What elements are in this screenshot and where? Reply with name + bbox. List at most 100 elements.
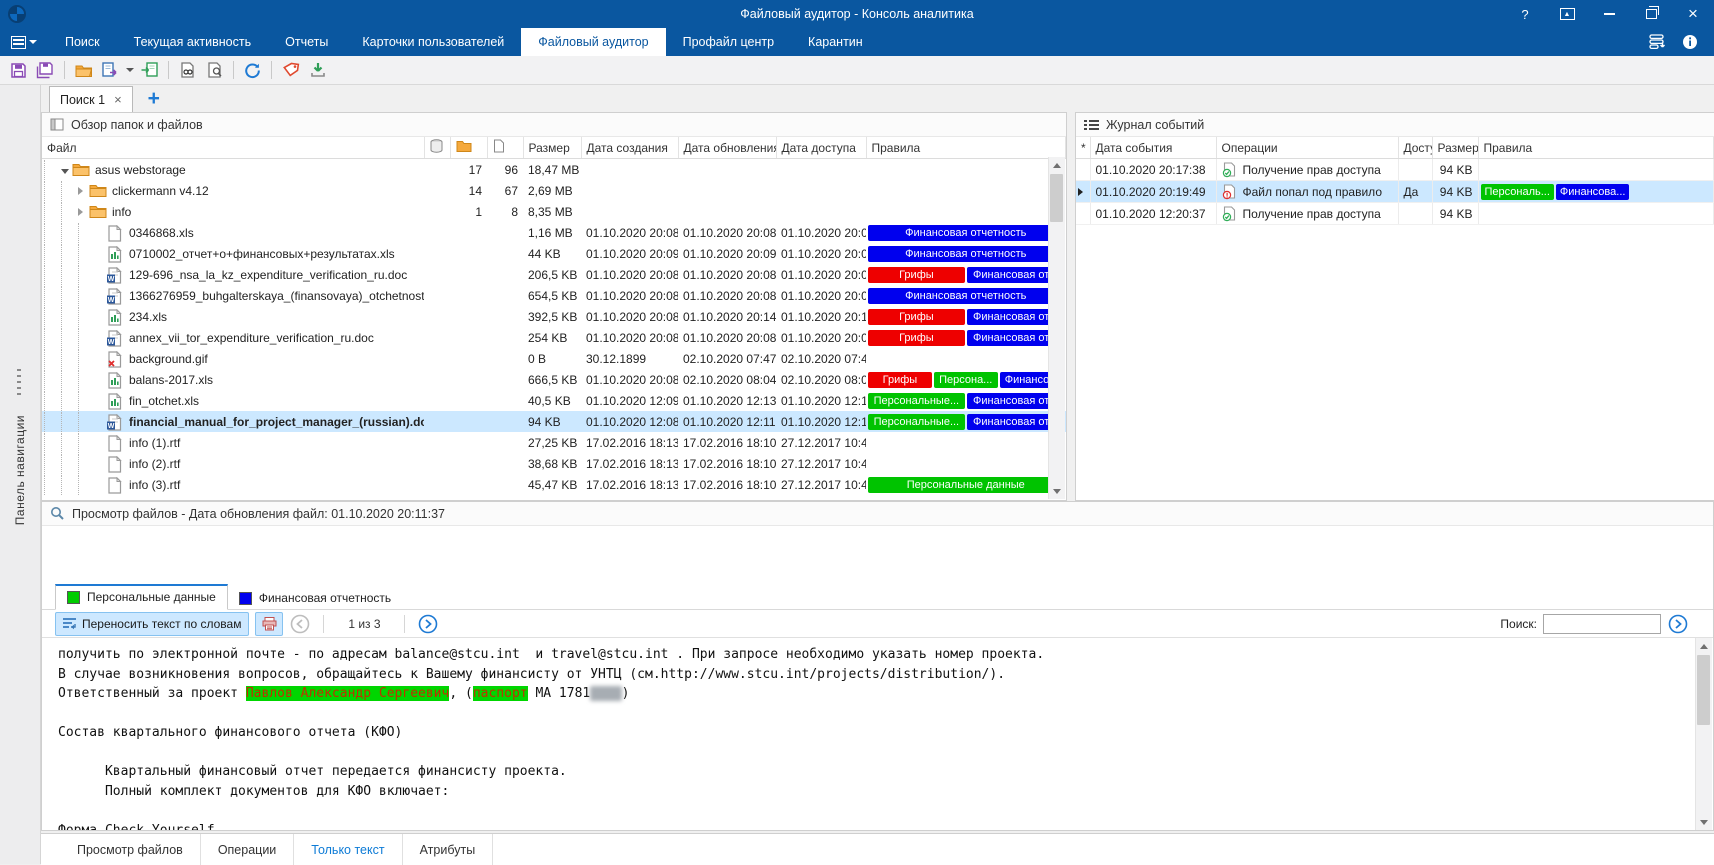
- table-row[interactable]: info188,35 MB: [42, 201, 1066, 222]
- expand-icon[interactable]: [78, 205, 89, 219]
- navigation-panel-strip[interactable]: Панель навигации: [0, 85, 41, 864]
- menu-tab[interactable]: Файловый аудитор: [521, 28, 665, 56]
- table-row[interactable]: asus webstorage179618,47 MB: [42, 159, 1066, 181]
- table-row[interactable]: 0346868.xls1,16 MB01.10.2020 20:0801.10.…: [42, 222, 1066, 243]
- column-header-disk[interactable]: [424, 137, 450, 159]
- app-menu-button[interactable]: [0, 28, 48, 56]
- journal-row[interactable]: 01.10.2020 20:19:49Файл попал под правил…: [1076, 181, 1714, 203]
- scrollbar-thumb[interactable]: [1697, 655, 1710, 725]
- viewer-tab[interactable]: Только текст: [294, 834, 401, 865]
- find-in-document-button[interactable]: [174, 58, 201, 82]
- current-row-icon: [1078, 188, 1083, 196]
- column-header-created[interactable]: Дата создания: [581, 137, 678, 159]
- close-tab-icon[interactable]: ×: [114, 93, 122, 106]
- tag-button[interactable]: [277, 58, 304, 82]
- close-button[interactable]: ×: [1672, 0, 1714, 28]
- table-row[interactable]: W129-696_nsa_la_kz_expenditure_verificat…: [42, 264, 1066, 285]
- menu-tab[interactable]: Поиск: [48, 28, 117, 56]
- scrollbar-thumb[interactable]: [1050, 174, 1063, 222]
- table-row[interactable]: 234.xls392,5 KB01.10.2020 20:0801.10.202…: [42, 306, 1066, 327]
- table-row[interactable]: fin_otchet.xls40,5 KB01.10.2020 12:0901.…: [42, 390, 1066, 411]
- search-input[interactable]: [1543, 614, 1661, 634]
- journal-column-marker[interactable]: *: [1076, 137, 1090, 159]
- table-row[interactable]: clickermann v4.1214672,69 MB: [42, 180, 1066, 201]
- dropdown-arrow-icon[interactable]: [124, 58, 136, 82]
- document-text-area[interactable]: получить по электронной почте - по адрес…: [42, 637, 1713, 830]
- table-row[interactable]: info (1).rtf27,25 KB17.02.2016 18:1317.0…: [42, 432, 1066, 453]
- expand-icon[interactable]: [78, 184, 89, 198]
- table-row[interactable]: Wfinancial_manual_for_project_manager_(r…: [42, 411, 1066, 432]
- add-tab-button[interactable]: +: [148, 87, 160, 111]
- document-location-button[interactable]: [201, 58, 228, 82]
- scroll-down-icon[interactable]: [1696, 814, 1712, 830]
- rule-badge: Финансова...: [1556, 184, 1630, 200]
- minimize-button[interactable]: [1588, 0, 1630, 28]
- search-go-button[interactable]: [1667, 613, 1689, 635]
- info-icon[interactable]: [1682, 34, 1698, 50]
- next-page-button[interactable]: [417, 613, 439, 635]
- folder-icon: [72, 162, 90, 178]
- column-header-file[interactable]: [487, 137, 523, 159]
- print-button[interactable]: [255, 612, 283, 636]
- table-row[interactable]: background.gif0 B30.12.189902.10.2020 07…: [42, 348, 1066, 369]
- journal-row[interactable]: 01.10.2020 12:20:37Получение прав доступ…: [1076, 203, 1714, 225]
- date-created: 01.10.2020 20:08: [581, 264, 678, 285]
- journal-row[interactable]: 01.10.2020 20:17:38Получение прав доступ…: [1076, 159, 1714, 181]
- restore-button[interactable]: [1630, 0, 1672, 28]
- file-size: 8,35 MB: [523, 201, 581, 222]
- save-all-button[interactable]: [32, 58, 59, 82]
- journal-table: *Дата событияОперацииДостуРазмерПравила …: [1076, 137, 1714, 225]
- export-database-icon[interactable]: [1649, 34, 1666, 50]
- file-table-scrollbar[interactable]: [1048, 157, 1065, 499]
- table-row[interactable]: 0710002_отчет+о+финансовых+результатах.x…: [42, 243, 1066, 264]
- column-header-folder[interactable]: [450, 137, 487, 159]
- previous-page-button[interactable]: [289, 613, 311, 635]
- viewer-tab[interactable]: Просмотр файлов: [60, 834, 200, 865]
- download-icon: [310, 62, 326, 78]
- viewer-tab[interactable]: Атрибуты: [403, 834, 493, 865]
- table-row[interactable]: balans-2017.xls666,5 KB01.10.2020 20:080…: [42, 369, 1066, 390]
- viewer-scrollbar[interactable]: [1695, 638, 1712, 830]
- tab-search-1[interactable]: Поиск 1 ×: [49, 86, 133, 112]
- menu-tab[interactable]: Текущая активность: [117, 28, 268, 56]
- file-name: 234.xls: [129, 310, 167, 324]
- column-header-size[interactable]: Размер: [523, 137, 581, 159]
- journal-column-access[interactable]: Досту: [1398, 137, 1432, 159]
- journal-column-ops[interactable]: Операции: [1216, 137, 1398, 159]
- export-document-button[interactable]: [97, 58, 124, 82]
- legend-tab[interactable]: Персональные данные: [55, 584, 228, 610]
- table-row[interactable]: info (2).rtf38,68 KB17.02.2016 18:1317.0…: [42, 453, 1066, 474]
- wrap-text-button[interactable]: Переносить текст по словам: [55, 612, 249, 636]
- help-button[interactable]: ?: [1504, 0, 1546, 28]
- scroll-down-icon[interactable]: [1049, 483, 1065, 499]
- open-folder-button[interactable]: [70, 58, 97, 82]
- pin-window-button[interactable]: ▲: [1546, 0, 1588, 28]
- table-row[interactable]: Wannex_vii_tor_expenditure_verification_…: [42, 327, 1066, 348]
- file-icon: [106, 477, 124, 493]
- journal-column-rules[interactable]: Правила: [1478, 137, 1714, 159]
- menu-tab[interactable]: Отчеты: [268, 28, 345, 56]
- import-document-button[interactable]: [136, 58, 163, 82]
- table-row[interactable]: W1366276959_buhgalterskaya_(finansovaya)…: [42, 285, 1066, 306]
- journal-column-date[interactable]: Дата события: [1090, 137, 1216, 159]
- table-row[interactable]: info (3).rtf45,47 KB17.02.2016 18:1317.0…: [42, 474, 1066, 495]
- column-header-rules[interactable]: Правила: [866, 137, 1066, 159]
- legend-tab[interactable]: Финансовая отчетность: [228, 587, 402, 610]
- menu-tab[interactable]: Карточки пользователей: [345, 28, 521, 56]
- refresh-button[interactable]: [239, 58, 266, 82]
- scroll-up-icon[interactable]: [1049, 157, 1065, 173]
- menu-tab[interactable]: Карантин: [791, 28, 880, 56]
- rule-badge: Персональ...: [1481, 184, 1554, 200]
- scroll-up-icon[interactable]: [1696, 638, 1712, 654]
- viewer-tab[interactable]: Операции: [201, 834, 293, 865]
- journal-column-size[interactable]: Размер: [1432, 137, 1478, 159]
- date-created: 01.10.2020 12:09: [581, 390, 678, 411]
- column-header-accessed[interactable]: Дата доступа: [776, 137, 866, 159]
- save-button[interactable]: [5, 58, 32, 82]
- panel-grip-icon[interactable]: [17, 369, 21, 395]
- column-header-updated[interactable]: Дата обновления: [678, 137, 776, 159]
- menu-tab[interactable]: Профайл центр: [666, 28, 791, 56]
- column-header-file[interactable]: Файл: [42, 137, 424, 159]
- download-button[interactable]: [304, 58, 331, 82]
- collapse-icon[interactable]: [61, 163, 72, 177]
